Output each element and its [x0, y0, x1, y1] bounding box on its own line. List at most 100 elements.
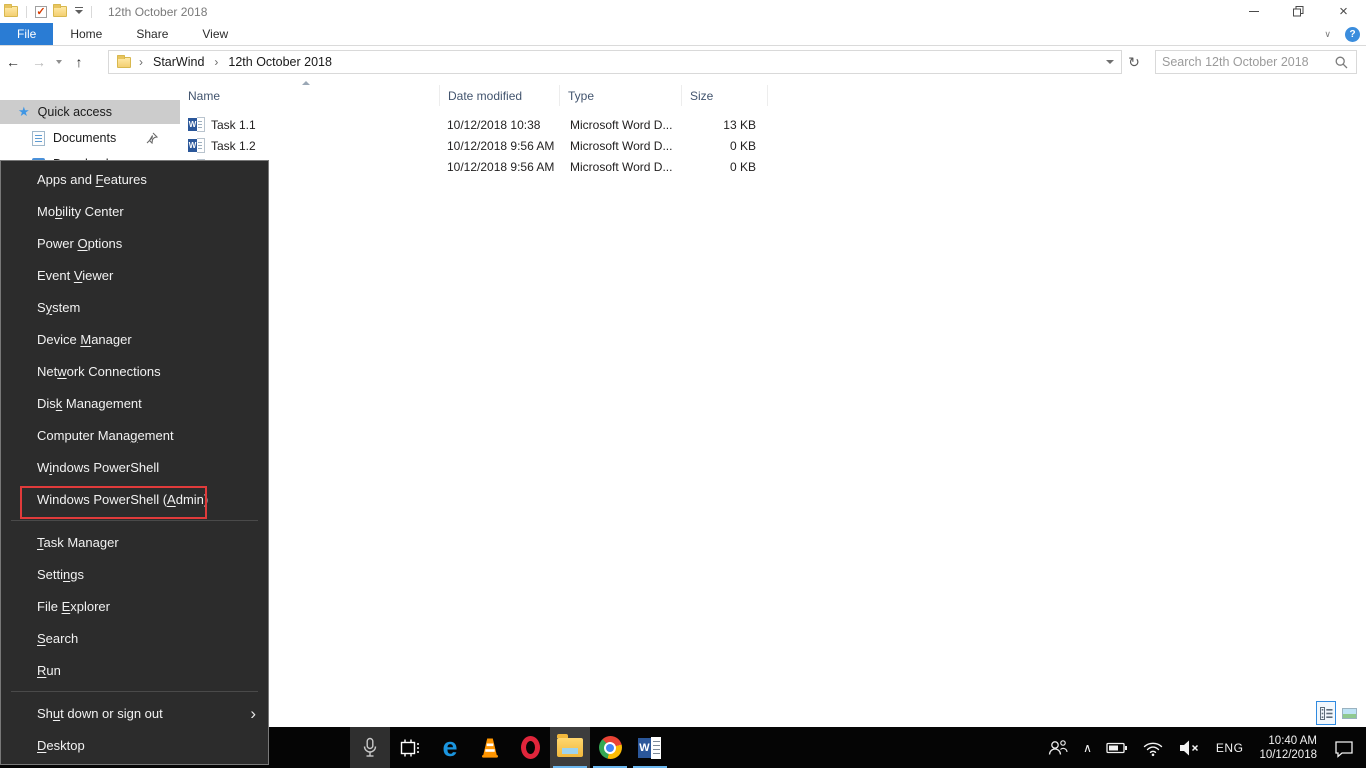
microphone-icon	[363, 737, 377, 757]
large-icons-view-button[interactable]	[1341, 705, 1358, 722]
quick-access-toolbar: ✓ 12th October 2018	[0, 4, 208, 19]
sidebar-item-documents[interactable]: Documents	[0, 126, 180, 150]
winx-item-shut-down-or-sign-out[interactable]: Shut down or sign out ›	[1, 697, 268, 729]
task-view-button[interactable]	[390, 727, 430, 768]
winx-item-mobility-center[interactable]: Mobility Center	[1, 195, 268, 227]
winx-item-desktop[interactable]: Desktop	[1, 729, 268, 761]
language-indicator[interactable]: ENG	[1209, 727, 1251, 768]
microphone-button[interactable]	[350, 727, 390, 768]
breadcrumb-root[interactable]: StarWind	[151, 55, 206, 69]
winx-item-task-manager[interactable]: Task Manager	[1, 526, 268, 558]
word-document-icon: W	[188, 138, 205, 153]
volume-muted-icon	[1179, 740, 1198, 755]
column-header-name[interactable]: Name	[180, 81, 440, 106]
tab-file[interactable]: File	[0, 23, 54, 45]
winx-item-event-viewer[interactable]: Event Viewer	[1, 259, 268, 291]
winx-item-search[interactable]: Search	[1, 622, 268, 654]
edge-button[interactable]: e	[430, 727, 470, 768]
word-document-icon: W	[188, 117, 205, 132]
details-view-button[interactable]	[1316, 701, 1336, 725]
winx-item-apps-and-features[interactable]: Apps and Features	[1, 163, 268, 195]
opera-icon	[520, 736, 540, 759]
chevron-down-icon	[1106, 60, 1114, 64]
search-box	[1155, 50, 1357, 74]
column-header-date-modified[interactable]: Date modified	[440, 85, 560, 106]
desktop-screen: ✓ 12th October 2018 × File Home Share Vi…	[0, 0, 1366, 768]
clock-date: 10/12/2018	[1259, 748, 1317, 761]
quick-access-star-icon: ★	[18, 104, 30, 119]
tab-share[interactable]: Share	[119, 23, 185, 45]
battery-icon	[1106, 742, 1127, 753]
search-icon[interactable]	[1335, 56, 1356, 69]
edge-icon: e	[442, 732, 458, 762]
up-button[interactable]: ↑	[66, 49, 92, 75]
winx-item-network-connections[interactable]: Network Connections	[1, 355, 268, 387]
network-button[interactable]	[1135, 727, 1171, 768]
column-header-size[interactable]: Size	[682, 85, 768, 106]
minimize-button[interactable]	[1231, 0, 1276, 23]
action-center-icon	[1335, 740, 1353, 758]
file-explorer-button[interactable]	[550, 727, 590, 768]
winx-item-settings[interactable]: Settings	[1, 558, 268, 590]
winx-item-windows-powershell[interactable]: Windows PowerShell	[1, 451, 268, 483]
file-row[interactable]: W Task 1.2 10/12/2018 9:56 AM Microsoft …	[180, 135, 768, 156]
taskbar-apps: e W	[350, 727, 670, 768]
clock-time: 10:40 AM	[1268, 734, 1317, 747]
sidebar-item-quick-access[interactable]: ★ Quick access	[0, 100, 180, 124]
customize-qat-caret-icon[interactable]	[75, 6, 83, 14]
winx-item-power-options[interactable]: Power Options	[1, 227, 268, 259]
task-view-icon	[400, 739, 419, 756]
back-button[interactable]: ←	[0, 49, 26, 75]
file-list: Name Date modified Type Size W Task 1.1 …	[180, 78, 780, 727]
winx-item-device-manager[interactable]: Device Manager	[1, 323, 268, 355]
winx-item-file-explorer[interactable]: File Explorer	[1, 590, 268, 622]
action-center-button[interactable]	[1326, 727, 1362, 768]
opera-button[interactable]	[510, 727, 550, 768]
file-size: 0 KB	[729, 138, 756, 153]
collapse-ribbon-icon[interactable]: ∨	[1324, 29, 1331, 40]
winx-item-disk-management[interactable]: Disk Management	[1, 387, 268, 419]
address-dropdown-caret[interactable]	[1099, 51, 1121, 73]
battery-button[interactable]	[1099, 727, 1135, 768]
close-button[interactable]: ×	[1321, 0, 1366, 23]
vlc-button[interactable]	[470, 727, 510, 768]
show-hidden-icons-button[interactable]: ∧	[1076, 727, 1099, 768]
window-title: 12th October 2018	[108, 4, 208, 19]
minimize-icon	[1248, 11, 1259, 12]
window-controls: ×	[1231, 0, 1366, 23]
winx-item-windows-powershell-admin[interactable]: Windows PowerShell (Admin)	[1, 483, 268, 515]
new-folder-icon[interactable]	[53, 4, 67, 17]
divider	[26, 5, 27, 18]
recent-locations-caret[interactable]	[52, 49, 66, 75]
winx-item-computer-management[interactable]: Computer Management	[1, 419, 268, 451]
file-date: 10/12/2018 9:56 AM	[447, 138, 555, 153]
close-icon: ×	[1339, 3, 1348, 20]
people-button[interactable]	[1040, 727, 1076, 768]
tab-view[interactable]: View	[185, 23, 245, 45]
column-header-type[interactable]: Type	[560, 85, 682, 106]
properties-check-icon[interactable]: ✓	[35, 5, 47, 18]
help-icon[interactable]: ?	[1345, 27, 1360, 42]
ribbon-tab-bar: File Home Share View ∨ ?	[0, 23, 1366, 46]
address-bar[interactable]: › StarWind › 12th October 2018	[108, 50, 1122, 74]
tab-home[interactable]: Home	[53, 23, 119, 45]
volume-button[interactable]	[1171, 727, 1209, 768]
people-icon	[1048, 739, 1068, 755]
menu-separator	[11, 691, 258, 692]
documents-icon	[32, 130, 45, 146]
file-name: Task 1.1	[211, 117, 256, 132]
winx-item-system[interactable]: System	[1, 291, 268, 323]
search-input[interactable]	[1156, 52, 1335, 72]
refresh-button[interactable]: ↻	[1124, 50, 1144, 74]
file-row[interactable]: W Task 1.1 10/12/2018 10:38 Microsoft Wo…	[180, 114, 768, 135]
menu-separator	[11, 520, 258, 521]
clock[interactable]: 10:40 AM 10/12/2018	[1250, 727, 1326, 768]
system-tray: ∧ ENG 10:40 AM 10/12/2018	[1040, 727, 1362, 768]
breadcrumb-current[interactable]: 12th October 2018	[226, 55, 334, 69]
chrome-button[interactable]	[590, 727, 630, 768]
restore-button[interactable]	[1276, 0, 1321, 23]
forward-button[interactable]: →	[26, 49, 52, 75]
word-button[interactable]: W	[630, 727, 670, 768]
winx-item-run[interactable]: Run	[1, 654, 268, 686]
title-bar: ✓ 12th October 2018 ×	[0, 0, 1366, 23]
